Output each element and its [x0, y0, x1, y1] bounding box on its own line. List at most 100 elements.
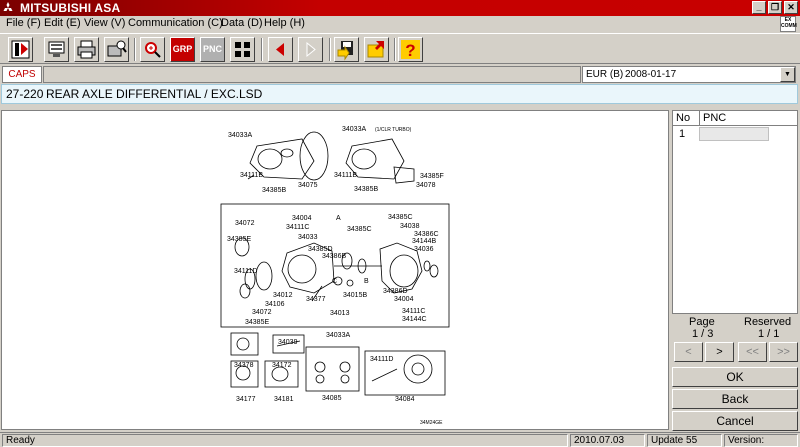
- monitor-button[interactable]: [44, 37, 69, 62]
- chevron-down-icon[interactable]: ▼: [780, 67, 795, 82]
- toolbar-separator: [394, 38, 396, 61]
- label-34385f[interactable]: 34385F: [420, 173, 444, 180]
- next-button[interactable]: >: [705, 342, 734, 362]
- prev-button[interactable]: <: [674, 342, 703, 362]
- label-34033[interactable]: 34033: [298, 234, 318, 241]
- label-34111b-2[interactable]: 34111B: [334, 172, 357, 179]
- restore-button[interactable]: ❐: [768, 1, 782, 14]
- label-34385c[interactable]: 34385C: [347, 226, 372, 233]
- exit-icon: [11, 40, 30, 59]
- group-code: 27-220: [6, 87, 44, 101]
- region-select[interactable]: EUR (B) 2008-01-17 ▼: [582, 66, 796, 83]
- exit-button[interactable]: [8, 37, 33, 62]
- region-value: EUR (B): [586, 69, 624, 80]
- label-34177[interactable]: 34177: [236, 396, 256, 403]
- label-34072-2[interactable]: 34072: [252, 309, 272, 316]
- page-label: Page: [689, 316, 715, 328]
- floppy-save-icon: [337, 41, 353, 61]
- label-34111d-2[interactable]: 34111D: [370, 356, 393, 363]
- column-no[interactable]: No: [676, 112, 690, 124]
- label-34172[interactable]: 34172: [272, 362, 292, 369]
- paging-info: Page 1 / 3 Reserved 1 / 1: [672, 316, 798, 342]
- label-34004[interactable]: 34004: [292, 215, 312, 222]
- label-34385e-2[interactable]: 34385E: [245, 319, 269, 326]
- label-34386b[interactable]: 34386B: [322, 253, 346, 260]
- label-34111b[interactable]: 34111B: [240, 172, 263, 179]
- label-34144b[interactable]: 34144B: [412, 238, 436, 245]
- cancel-button[interactable]: Cancel: [672, 411, 798, 431]
- help-button[interactable]: ?: [398, 37, 423, 62]
- first-button[interactable]: <<: [738, 342, 767, 362]
- label-34106[interactable]: 34106: [265, 301, 285, 308]
- next-page-button: [298, 37, 323, 62]
- menu-data[interactable]: Data (D): [221, 17, 263, 29]
- toolbar: GRP PNC ?: [0, 33, 800, 64]
- menu-help[interactable]: Help (H): [264, 17, 305, 29]
- cover-34075: [299, 131, 329, 181]
- label-c: C: [332, 278, 337, 285]
- label-34377[interactable]: 34377: [306, 296, 326, 303]
- label-34015b[interactable]: 34015B: [343, 292, 367, 299]
- back-button[interactable]: Back: [672, 389, 798, 409]
- ok-button[interactable]: OK: [672, 367, 798, 387]
- column-pnc[interactable]: PNC: [703, 112, 726, 124]
- print-button[interactable]: [74, 37, 99, 62]
- label-34033a[interactable]: 34033A: [228, 132, 252, 139]
- label-34386d[interactable]: 34386D: [383, 288, 408, 295]
- label-34111d[interactable]: 34111D: [234, 268, 257, 275]
- menu-bar: File (F) Edit (E) View (V) Communication…: [0, 16, 800, 32]
- parts-diagram[interactable]: 34033A 34111B 34385B 34075 34033A (1/CLR…: [1, 110, 669, 430]
- menu-file[interactable]: File (F): [6, 17, 41, 29]
- label-34385b-2[interactable]: 34385B: [354, 186, 378, 193]
- caps-tab[interactable]: CAPS: [2, 66, 42, 83]
- label-34385d[interactable]: 34385D: [308, 246, 333, 253]
- grid-view-button[interactable]: [230, 37, 255, 62]
- label-34144c[interactable]: 34144C: [402, 316, 427, 323]
- label-a: A: [336, 215, 341, 222]
- last-button[interactable]: >>: [769, 342, 798, 362]
- label-34072[interactable]: 34072: [235, 220, 255, 227]
- label-34378[interactable]: 34378: [234, 362, 254, 369]
- label-34036[interactable]: 34036: [414, 246, 434, 253]
- table-row[interactable]: 1: [673, 127, 797, 141]
- label-34084[interactable]: 34084: [395, 396, 415, 403]
- label-34085[interactable]: 34085: [322, 395, 342, 402]
- label-34111c-2[interactable]: 34111C: [402, 308, 425, 315]
- label-34111c[interactable]: 34111C: [286, 224, 309, 231]
- group-header: 27-220 REAR AXLE DIFFERENTIAL / EXC.LSD: [1, 84, 798, 104]
- reserved-value: 1 / 1: [758, 328, 780, 340]
- exploded-view-drawing[interactable]: 34033A 34111B 34385B 34075 34033A (1/CLR…: [2, 111, 668, 429]
- label-34385b[interactable]: 34385B: [262, 187, 286, 194]
- pnc-table: No PNC 1: [672, 110, 798, 314]
- label-34078[interactable]: 34078: [416, 182, 436, 189]
- label-34004-2[interactable]: 34004: [394, 296, 414, 303]
- label-34013[interactable]: 34013: [330, 310, 350, 317]
- label-34385e[interactable]: 34385E: [227, 236, 251, 243]
- menu-view[interactable]: View (V): [84, 17, 125, 29]
- toolbar-separator: [261, 38, 263, 61]
- print-preview-button[interactable]: [104, 37, 129, 62]
- label-34012[interactable]: 34012: [273, 292, 293, 299]
- menu-communication[interactable]: Communication (C): [128, 17, 223, 29]
- exc-comm-icon[interactable]: EX COMM: [780, 16, 797, 32]
- grp-button[interactable]: GRP: [170, 37, 195, 62]
- label-34039[interactable]: 34039: [278, 339, 298, 346]
- title-bar: MITSUBISHI ASA _ ❐ ✕: [0, 0, 800, 16]
- label-34038[interactable]: 34038: [400, 223, 420, 230]
- export-button[interactable]: [364, 37, 389, 62]
- label-34385c-2[interactable]: 34385C: [388, 214, 413, 221]
- close-button[interactable]: ✕: [784, 1, 798, 14]
- label-34033a-bottom[interactable]: 34033A: [326, 332, 350, 339]
- menu-edit[interactable]: Edit (E): [44, 17, 81, 29]
- label-34181[interactable]: 34181: [274, 396, 294, 403]
- label-34386c[interactable]: 34386C: [414, 231, 439, 238]
- label-34075[interactable]: 34075: [298, 182, 318, 189]
- page-value: 1 / 3: [692, 328, 714, 340]
- prev-page-button[interactable]: [268, 37, 293, 62]
- minimize-button[interactable]: _: [752, 1, 766, 14]
- zoom-in-button[interactable]: [140, 37, 165, 62]
- toolbar-separator: [134, 38, 136, 61]
- save-button[interactable]: [334, 37, 359, 62]
- row-no: 1: [679, 128, 686, 140]
- label-34033a-turbo[interactable]: 34033A: [342, 126, 366, 133]
